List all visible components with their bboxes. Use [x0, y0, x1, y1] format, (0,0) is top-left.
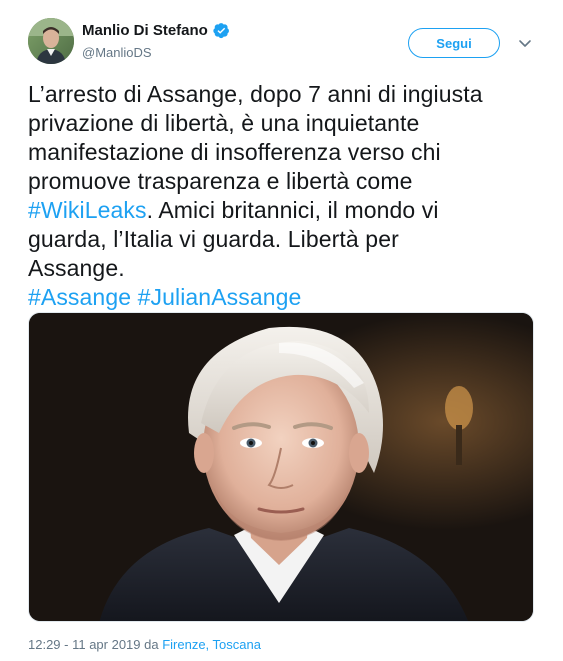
tweet-line-rest: . Amici britannici, il mondo vi [146, 197, 439, 223]
portrait-image [29, 313, 533, 621]
tweet-meta: 12:29 - 11 apr 2019 da Firenze, Toscana [28, 637, 261, 652]
tweet-line: #WikiLeaks. Amici britannici, il mondo v… [28, 196, 538, 225]
user-handle[interactable]: @ManlioDS [82, 45, 152, 60]
tweet-line: promuove trasparenza e libertà come [28, 168, 413, 194]
location-link[interactable]: Firenze, Toscana [162, 637, 261, 652]
author-name-row[interactable]: Manlio Di Stefano [82, 22, 230, 39]
verified-badge-icon [213, 22, 230, 39]
chevron-down-icon[interactable] [516, 34, 534, 52]
hashtag-julianassange[interactable]: #JulianAssange [138, 284, 302, 310]
display-name[interactable]: Manlio Di Stefano [82, 22, 208, 39]
hashtag-assange[interactable]: #Assange [28, 284, 131, 310]
tweet-card: Manlio Di Stefano @ManlioDS Segui L’arre… [0, 0, 563, 661]
tweet-line: L’arresto di Assange, dopo 7 anni di ing… [28, 81, 483, 107]
timestamp[interactable]: 12:29 - 11 apr 2019 da [28, 637, 162, 652]
tweet-line: manifestazione di insofferenza verso chi [28, 139, 441, 165]
avatar-image [28, 18, 74, 64]
tweet-photo[interactable] [28, 312, 534, 622]
tweet-line: privazione di libertà, è una inquietante [28, 110, 420, 136]
hashtag-wikileaks[interactable]: #WikiLeaks [28, 197, 147, 223]
tweet-line: guarda, l’Italia vi guarda. Libertà per [28, 226, 399, 252]
follow-button[interactable]: Segui [408, 28, 500, 58]
avatar[interactable] [28, 18, 74, 64]
hashtag-line: #Assange #JulianAssange [28, 283, 538, 312]
tweet-text: L’arresto di Assange, dopo 7 anni di ing… [28, 80, 538, 312]
tweet-line: Assange. [28, 255, 125, 281]
